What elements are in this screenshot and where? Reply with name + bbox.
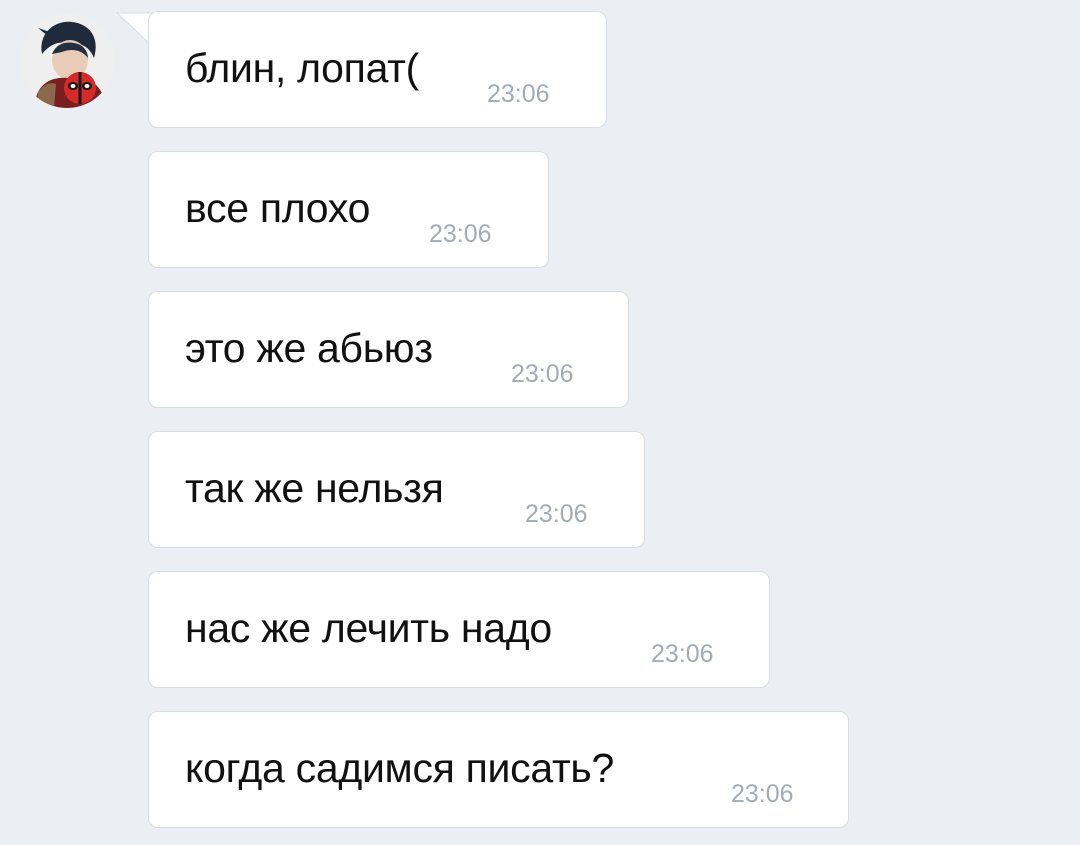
message-text: все плохо bbox=[185, 185, 371, 231]
message-bubble[interactable]: блин, лопат( 23:06 bbox=[148, 11, 607, 128]
message-bubble[interactable]: когда садимся писать? 23:06 bbox=[148, 711, 849, 828]
message-timestamp: 23:06 bbox=[731, 780, 794, 808]
message-timestamp: 23:06 bbox=[511, 360, 574, 388]
message-text: так же нельзя bbox=[185, 465, 444, 511]
message-bubble[interactable]: так же нельзя 23:06 bbox=[148, 431, 645, 548]
message-text: это же абьюз bbox=[185, 325, 433, 371]
message-timestamp: 23:06 bbox=[525, 500, 588, 528]
message-bubble[interactable]: все плохо 23:06 bbox=[148, 151, 549, 268]
message-bubble[interactable]: это же абьюз 23:06 bbox=[148, 291, 629, 408]
message-text: когда садимся писать? bbox=[185, 745, 614, 791]
message-bubble[interactable]: нас же лечить надо 23:06 bbox=[148, 571, 770, 688]
message-text: блин, лопат( bbox=[185, 45, 420, 91]
message-timestamp: 23:06 bbox=[487, 80, 550, 108]
message-timestamp: 23:06 bbox=[651, 640, 714, 668]
user-avatar-icon[interactable] bbox=[20, 14, 114, 108]
message-timestamp: 23:06 bbox=[429, 220, 492, 248]
message-text: нас же лечить надо bbox=[185, 605, 552, 651]
